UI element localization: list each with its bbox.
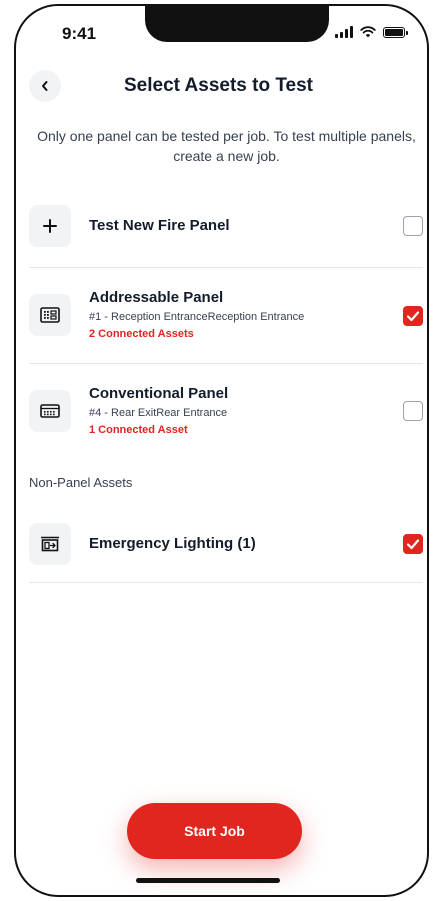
page-title: Select Assets to Test bbox=[123, 75, 314, 96]
conventional-panel-title: Conventional Panel bbox=[89, 385, 229, 402]
home-indicator bbox=[136, 878, 280, 883]
addressable-panel-row[interactable]: Addressable Panel #1 - Reception Entranc… bbox=[29, 288, 423, 341]
plus-icon bbox=[29, 205, 71, 247]
subtitle: Only one panel can be tested per job. To… bbox=[37, 128, 416, 164]
start-job-button[interactable]: Start Job bbox=[127, 803, 302, 859]
emergency-lighting-title: Emergency Lighting (1) bbox=[89, 535, 256, 552]
divider bbox=[29, 267, 423, 268]
non-panel-section-label: Non-Panel Assets bbox=[29, 475, 133, 490]
test-new-fire-panel-label: Test New Fire Panel bbox=[89, 217, 230, 234]
status-icons bbox=[335, 26, 408, 38]
emergency-lighting-icon bbox=[29, 523, 71, 565]
addressable-panel-location: #1 - Reception EntranceReception Entranc… bbox=[89, 311, 305, 323]
addressable-panel-title: Addressable Panel bbox=[89, 289, 224, 306]
test-new-fire-panel-checkbox[interactable] bbox=[403, 216, 423, 236]
divider bbox=[29, 363, 423, 364]
signal-icon bbox=[335, 26, 353, 38]
conventional-panel-icon bbox=[29, 390, 71, 432]
divider bbox=[29, 582, 423, 583]
conventional-panel-checkbox[interactable] bbox=[403, 401, 423, 421]
status-time: 9:41 bbox=[62, 24, 97, 43]
notch bbox=[145, 6, 329, 42]
addressable-panel-checkbox[interactable] bbox=[403, 306, 423, 326]
checkmark-icon bbox=[406, 539, 420, 550]
conventional-panel-location: #4 - Rear ExitRear Entrance bbox=[89, 407, 228, 419]
addressable-panel-icon bbox=[29, 294, 71, 336]
battery-icon bbox=[383, 26, 408, 38]
wifi-icon bbox=[360, 26, 376, 38]
emergency-lighting-checkbox[interactable] bbox=[403, 534, 423, 554]
addressable-panel-connected-count: 2 Connected Assets bbox=[89, 328, 194, 340]
conventional-panel-connected-count: 1 Connected Asset bbox=[89, 424, 188, 436]
conventional-panel-row[interactable]: Conventional Panel #4 - Rear ExitRear En… bbox=[29, 384, 423, 437]
test-new-fire-panel-row[interactable]: Test New Fire Panel bbox=[29, 205, 423, 247]
emergency-lighting-row[interactable]: Emergency Lighting (1) bbox=[29, 523, 423, 565]
checkmark-icon bbox=[406, 311, 420, 322]
